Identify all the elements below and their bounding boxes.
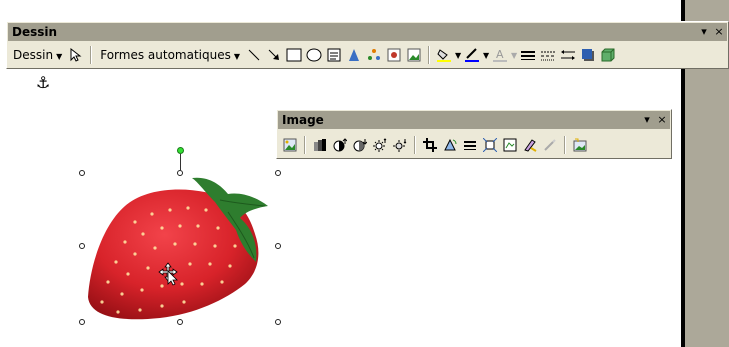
oval-icon[interactable]	[304, 45, 324, 65]
line-color-dropdown-icon[interactable]: ▼	[482, 51, 490, 60]
pointer-icon[interactable]	[66, 45, 86, 65]
line-color-icon[interactable]	[462, 45, 482, 65]
text-wrap-icon[interactable]	[500, 135, 520, 155]
toolbar-options-icon[interactable]: ▾	[697, 23, 711, 41]
line-style-icon[interactable]	[460, 135, 480, 155]
separator	[428, 46, 431, 64]
resize-handle-left[interactable]	[79, 243, 85, 249]
resize-handle-bottom-right[interactable]	[275, 319, 281, 325]
resize-handle-top[interactable]	[177, 170, 183, 176]
dessin-toolbar-title: Dessin	[12, 25, 58, 39]
image-toolbar-title: Image	[282, 113, 324, 127]
rotation-handle-line	[180, 154, 181, 170]
separator	[414, 136, 416, 154]
more-brightness-icon[interactable]	[370, 135, 390, 155]
dessin-toolbar-titlebar[interactable]: Dessin ▾ ×	[8, 23, 727, 41]
resize-handle-bottom-left[interactable]	[79, 319, 85, 325]
more-contrast-icon[interactable]	[330, 135, 350, 155]
reset-picture-icon[interactable]	[570, 135, 590, 155]
font-color-dropdown-icon[interactable]: ▼	[510, 51, 518, 60]
image-toolbar-titlebar[interactable]: Image ▾ ×	[278, 111, 670, 129]
wordart-icon[interactable]	[344, 45, 364, 65]
separator	[90, 46, 93, 64]
dessin-menu-button[interactable]: Dessin ▼	[9, 45, 66, 65]
arrow-style-icon[interactable]	[558, 45, 578, 65]
toolbar-close-icon[interactable]: ×	[655, 111, 669, 129]
autoshapes-menu-button[interactable]: Formes automatiques ▼	[96, 45, 244, 65]
less-contrast-icon[interactable]	[350, 135, 370, 155]
rotation-handle[interactable]	[177, 147, 184, 154]
less-brightness-icon[interactable]	[390, 135, 410, 155]
insert-image-icon[interactable]	[280, 135, 300, 155]
insert-picture-icon[interactable]	[404, 45, 424, 65]
autoshapes-menu-label: Formes automatiques	[100, 48, 231, 62]
font-color-icon[interactable]: A	[490, 45, 510, 65]
clipart-icon[interactable]	[384, 45, 404, 65]
rectangle-icon[interactable]	[284, 45, 304, 65]
fill-color-icon[interactable]	[434, 45, 454, 65]
format-picture-icon[interactable]	[520, 135, 540, 155]
resize-handle-bottom[interactable]	[177, 319, 183, 325]
resize-handle-top-left[interactable]	[79, 170, 85, 176]
arrow-icon[interactable]	[264, 45, 284, 65]
line-icon[interactable]	[244, 45, 264, 65]
shadow-icon[interactable]	[578, 45, 598, 65]
textbox-icon[interactable]	[324, 45, 344, 65]
toolbar-close-icon[interactable]: ×	[712, 23, 726, 41]
separator	[564, 136, 566, 154]
3d-icon[interactable]	[598, 45, 618, 65]
resize-handle-right[interactable]	[275, 243, 281, 249]
image-toolbar: Image ▾ ×	[276, 109, 672, 159]
diagram-icon[interactable]	[364, 45, 384, 65]
anchor-icon[interactable]: ⚓	[36, 73, 50, 92]
color-icon[interactable]	[310, 135, 330, 155]
fill-color-dropdown-icon[interactable]: ▼	[454, 51, 462, 60]
resize-handle-top-right[interactable]	[275, 170, 281, 176]
line-style-icon[interactable]	[518, 45, 538, 65]
strawberry-picture[interactable]	[80, 172, 280, 324]
svg-text:A: A	[496, 48, 504, 61]
rotate-left-icon[interactable]	[440, 135, 460, 155]
move-cursor-icon	[158, 262, 178, 286]
set-transparent-color-icon[interactable]	[540, 135, 560, 155]
dessin-toolbar: Dessin ▾ × Dessin ▼ Formes automatiques ▼ …	[6, 21, 729, 69]
separator	[304, 136, 306, 154]
toolbar-options-icon[interactable]: ▾	[640, 111, 654, 129]
crop-icon[interactable]	[420, 135, 440, 155]
dash-style-icon[interactable]	[538, 45, 558, 65]
compress-icon[interactable]	[480, 135, 500, 155]
dessin-menu-label: Dessin	[13, 48, 54, 62]
